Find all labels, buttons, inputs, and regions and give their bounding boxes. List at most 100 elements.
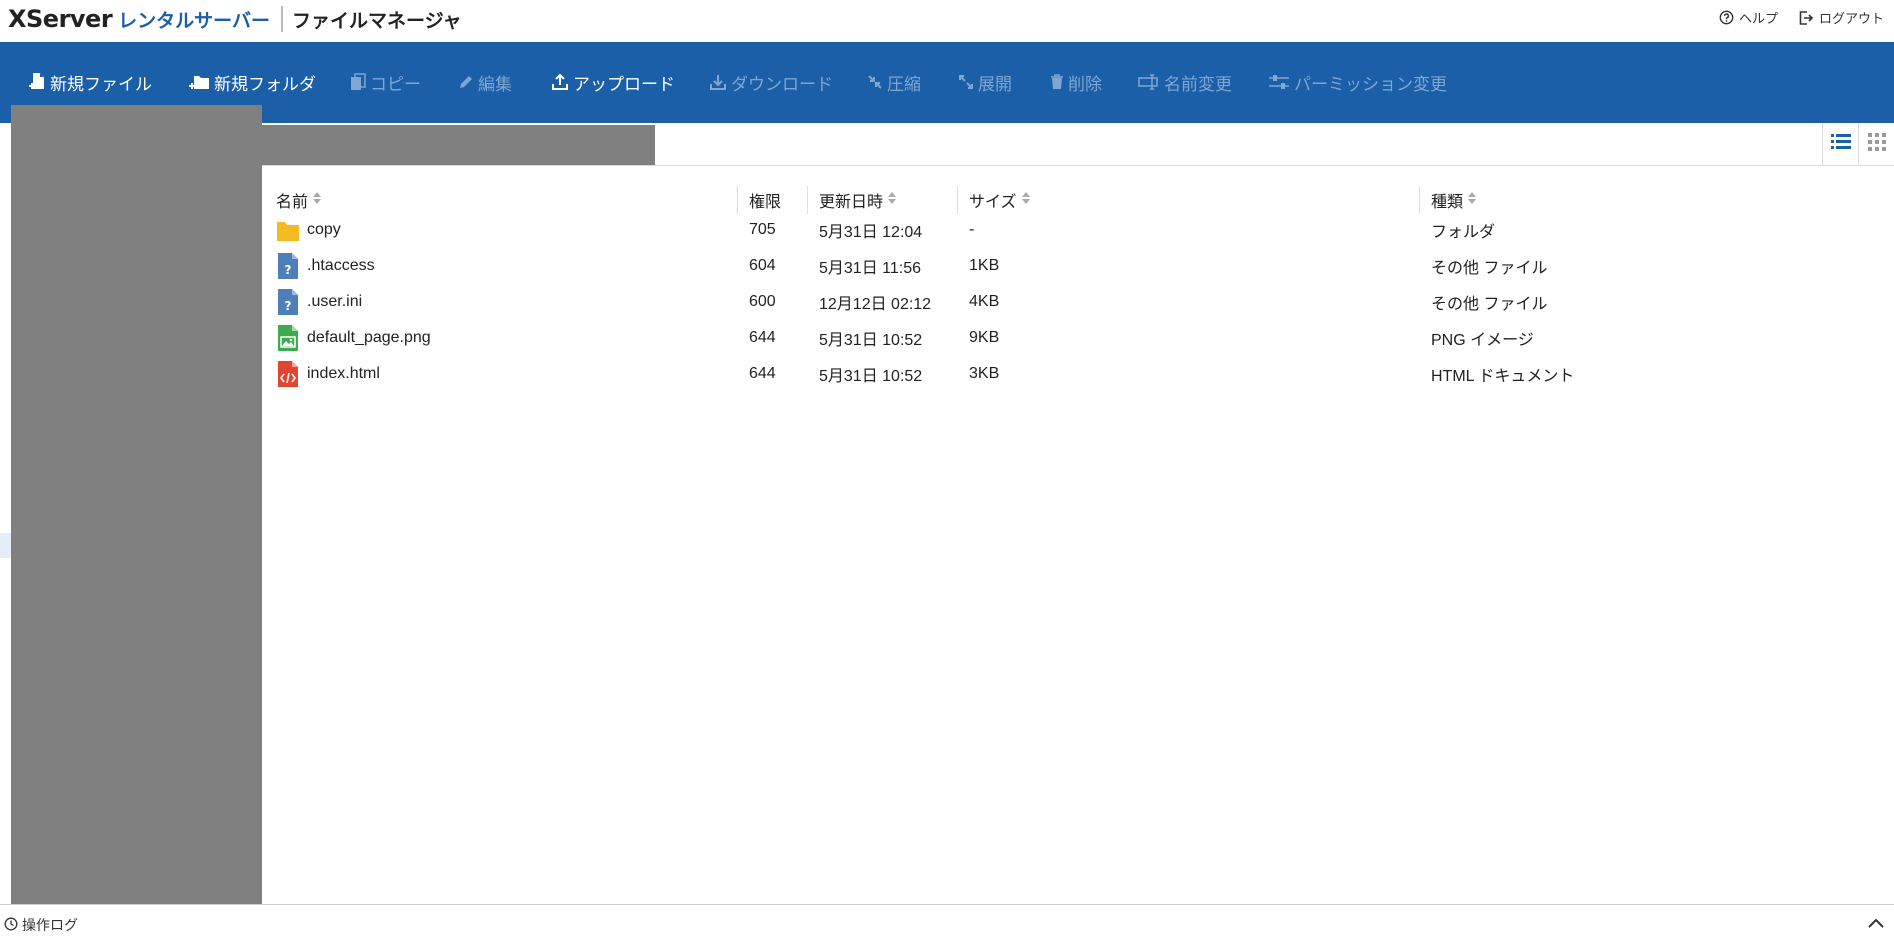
- path-bar: [262, 123, 1894, 166]
- table-row[interactable]: copy 705 5月31日 12:04 - フォルダ: [262, 212, 1894, 248]
- compress-label: 圧縮: [887, 74, 921, 94]
- permission-label: パーミッション変更: [1294, 74, 1447, 94]
- new-file-label: 新規ファイル: [50, 74, 152, 94]
- upload-button[interactable]: アップロード: [551, 70, 675, 94]
- logo-divider: [280, 6, 283, 32]
- header-bar: XServer レンタルサーバー ファイルマネージャ ヘルプ ログアウト: [0, 0, 1894, 42]
- column-header-name[interactable]: 名前: [276, 188, 322, 212]
- trash-icon: [1050, 74, 1064, 90]
- html-file-icon: [276, 361, 300, 387]
- file-size: 4KB: [969, 293, 1000, 310]
- unknown-file-icon: ?: [276, 289, 300, 315]
- column-header-modified[interactable]: 更新日時: [819, 188, 897, 212]
- column-size-label: サイズ: [969, 194, 1017, 211]
- delete-label: 削除: [1068, 74, 1102, 94]
- svg-text:?: ?: [285, 299, 292, 313]
- new-folder-button[interactable]: 新規フォルダ: [188, 70, 316, 94]
- sort-icon: [1021, 191, 1030, 209]
- image-file-icon: [276, 325, 300, 351]
- table-row[interactable]: index.html 644 5月31日 10:52 3KB HTML ドキュメ…: [262, 356, 1894, 392]
- file-size: 1KB: [969, 257, 1000, 274]
- new-folder-label: 新規フォルダ: [214, 74, 316, 94]
- operation-log-toggle[interactable]: 操作ログ: [4, 915, 78, 935]
- edit-button[interactable]: 編集: [458, 70, 512, 94]
- pencil-icon: [458, 74, 474, 90]
- sidebar-edge-highlight: [0, 533, 11, 558]
- file-type: その他 ファイル: [1431, 296, 1548, 313]
- file-name: copy: [307, 221, 341, 238]
- column-header-size[interactable]: サイズ: [969, 188, 1030, 212]
- list-view-icon: [1830, 133, 1851, 156]
- help-label: ヘルプ: [1738, 11, 1778, 26]
- copy-label: コピー: [370, 74, 421, 94]
- new-file-icon: [28, 72, 46, 92]
- column-divider: [1419, 186, 1420, 214]
- toolbar: 新規ファイル 新規フォルダ コピー 編集 アップロード ダウンロード 圧縮 展開…: [0, 42, 1894, 123]
- help-icon: [1719, 10, 1734, 25]
- download-button[interactable]: ダウンロード: [709, 70, 833, 94]
- svg-text:?: ?: [285, 263, 292, 277]
- permission-button[interactable]: パーミッション変更: [1268, 70, 1447, 94]
- file-size: 3KB: [969, 365, 1000, 382]
- extract-button[interactable]: 展開: [958, 70, 1012, 94]
- extract-label: 展開: [978, 74, 1012, 94]
- file-modified: 12月12日 02:12: [819, 296, 932, 313]
- delete-button[interactable]: 削除: [1050, 70, 1102, 94]
- file-permission: 644: [749, 329, 776, 346]
- file-type: HTML ドキュメント: [1431, 368, 1575, 385]
- file-name: index.html: [307, 365, 380, 382]
- column-permission-label: 権限: [749, 194, 782, 211]
- upload-label: アップロード: [573, 74, 675, 94]
- file-type: フォルダ: [1431, 224, 1496, 241]
- app-title: ファイルマネージャ: [291, 9, 462, 32]
- new-file-button[interactable]: 新規ファイル: [28, 70, 152, 94]
- sort-icon: [1468, 191, 1477, 209]
- file-permission: 705: [749, 221, 776, 238]
- sort-icon: [313, 191, 322, 209]
- column-type-label: 種類: [1431, 194, 1464, 211]
- file-modified: 5月31日 10:52: [819, 368, 923, 385]
- file-name: default_page.png: [307, 329, 431, 346]
- sidebar-redacted: [11, 105, 262, 921]
- rename-button[interactable]: 名前変更: [1138, 70, 1232, 94]
- compress-button[interactable]: 圧縮: [867, 70, 921, 94]
- clock-icon: [4, 917, 18, 934]
- file-permission: 644: [749, 365, 776, 382]
- bottom-bar: 操作ログ: [0, 904, 1894, 937]
- upload-icon: [551, 73, 569, 91]
- file-name: .user.ini: [307, 293, 363, 310]
- expand-arrows-icon: [958, 74, 974, 90]
- help-link[interactable]: ヘルプ: [1719, 8, 1778, 27]
- copy-button[interactable]: コピー: [350, 70, 421, 94]
- rename-label: 名前変更: [1164, 74, 1232, 94]
- logout-icon: [1798, 10, 1814, 26]
- download-label: ダウンロード: [731, 74, 833, 94]
- edit-label: 編集: [478, 74, 512, 94]
- file-permission: 604: [749, 257, 776, 274]
- compress-icon: [867, 74, 883, 90]
- sliders-icon: [1268, 74, 1290, 90]
- table-row[interactable]: ? .user.ini 600 12月12日 02:12 4KB その他 ファイ…: [262, 284, 1894, 320]
- view-toggle: [1822, 123, 1894, 165]
- path-redacted: [262, 125, 655, 165]
- logout-label: ログアウト: [1818, 11, 1884, 26]
- file-type: その他 ファイル: [1431, 260, 1548, 277]
- column-name-label: 名前: [276, 194, 309, 211]
- column-header-type[interactable]: 種類: [1431, 188, 1477, 212]
- table-row[interactable]: default_page.png 644 5月31日 10:52 9KB PNG…: [262, 320, 1894, 356]
- logo-sub-text: レンタルサーバー: [118, 9, 270, 32]
- sort-icon: [888, 191, 897, 209]
- logout-link[interactable]: ログアウト: [1798, 8, 1884, 27]
- new-folder-icon: [188, 72, 210, 92]
- list-view-button[interactable]: [1822, 123, 1858, 165]
- folder-icon: [276, 217, 300, 243]
- column-modified-label: 更新日時: [819, 194, 884, 211]
- file-type: PNG イメージ: [1431, 332, 1534, 349]
- column-divider: [807, 186, 808, 214]
- column-header-permission[interactable]: 権限: [749, 188, 781, 212]
- grid-view-icon: [1867, 132, 1886, 156]
- table-row[interactable]: ? .htaccess 604 5月31日 11:56 1KB その他 ファイル: [262, 248, 1894, 284]
- expand-panel-button[interactable]: [1868, 915, 1884, 933]
- copy-icon: [350, 73, 366, 91]
- grid-view-button[interactable]: [1858, 123, 1894, 165]
